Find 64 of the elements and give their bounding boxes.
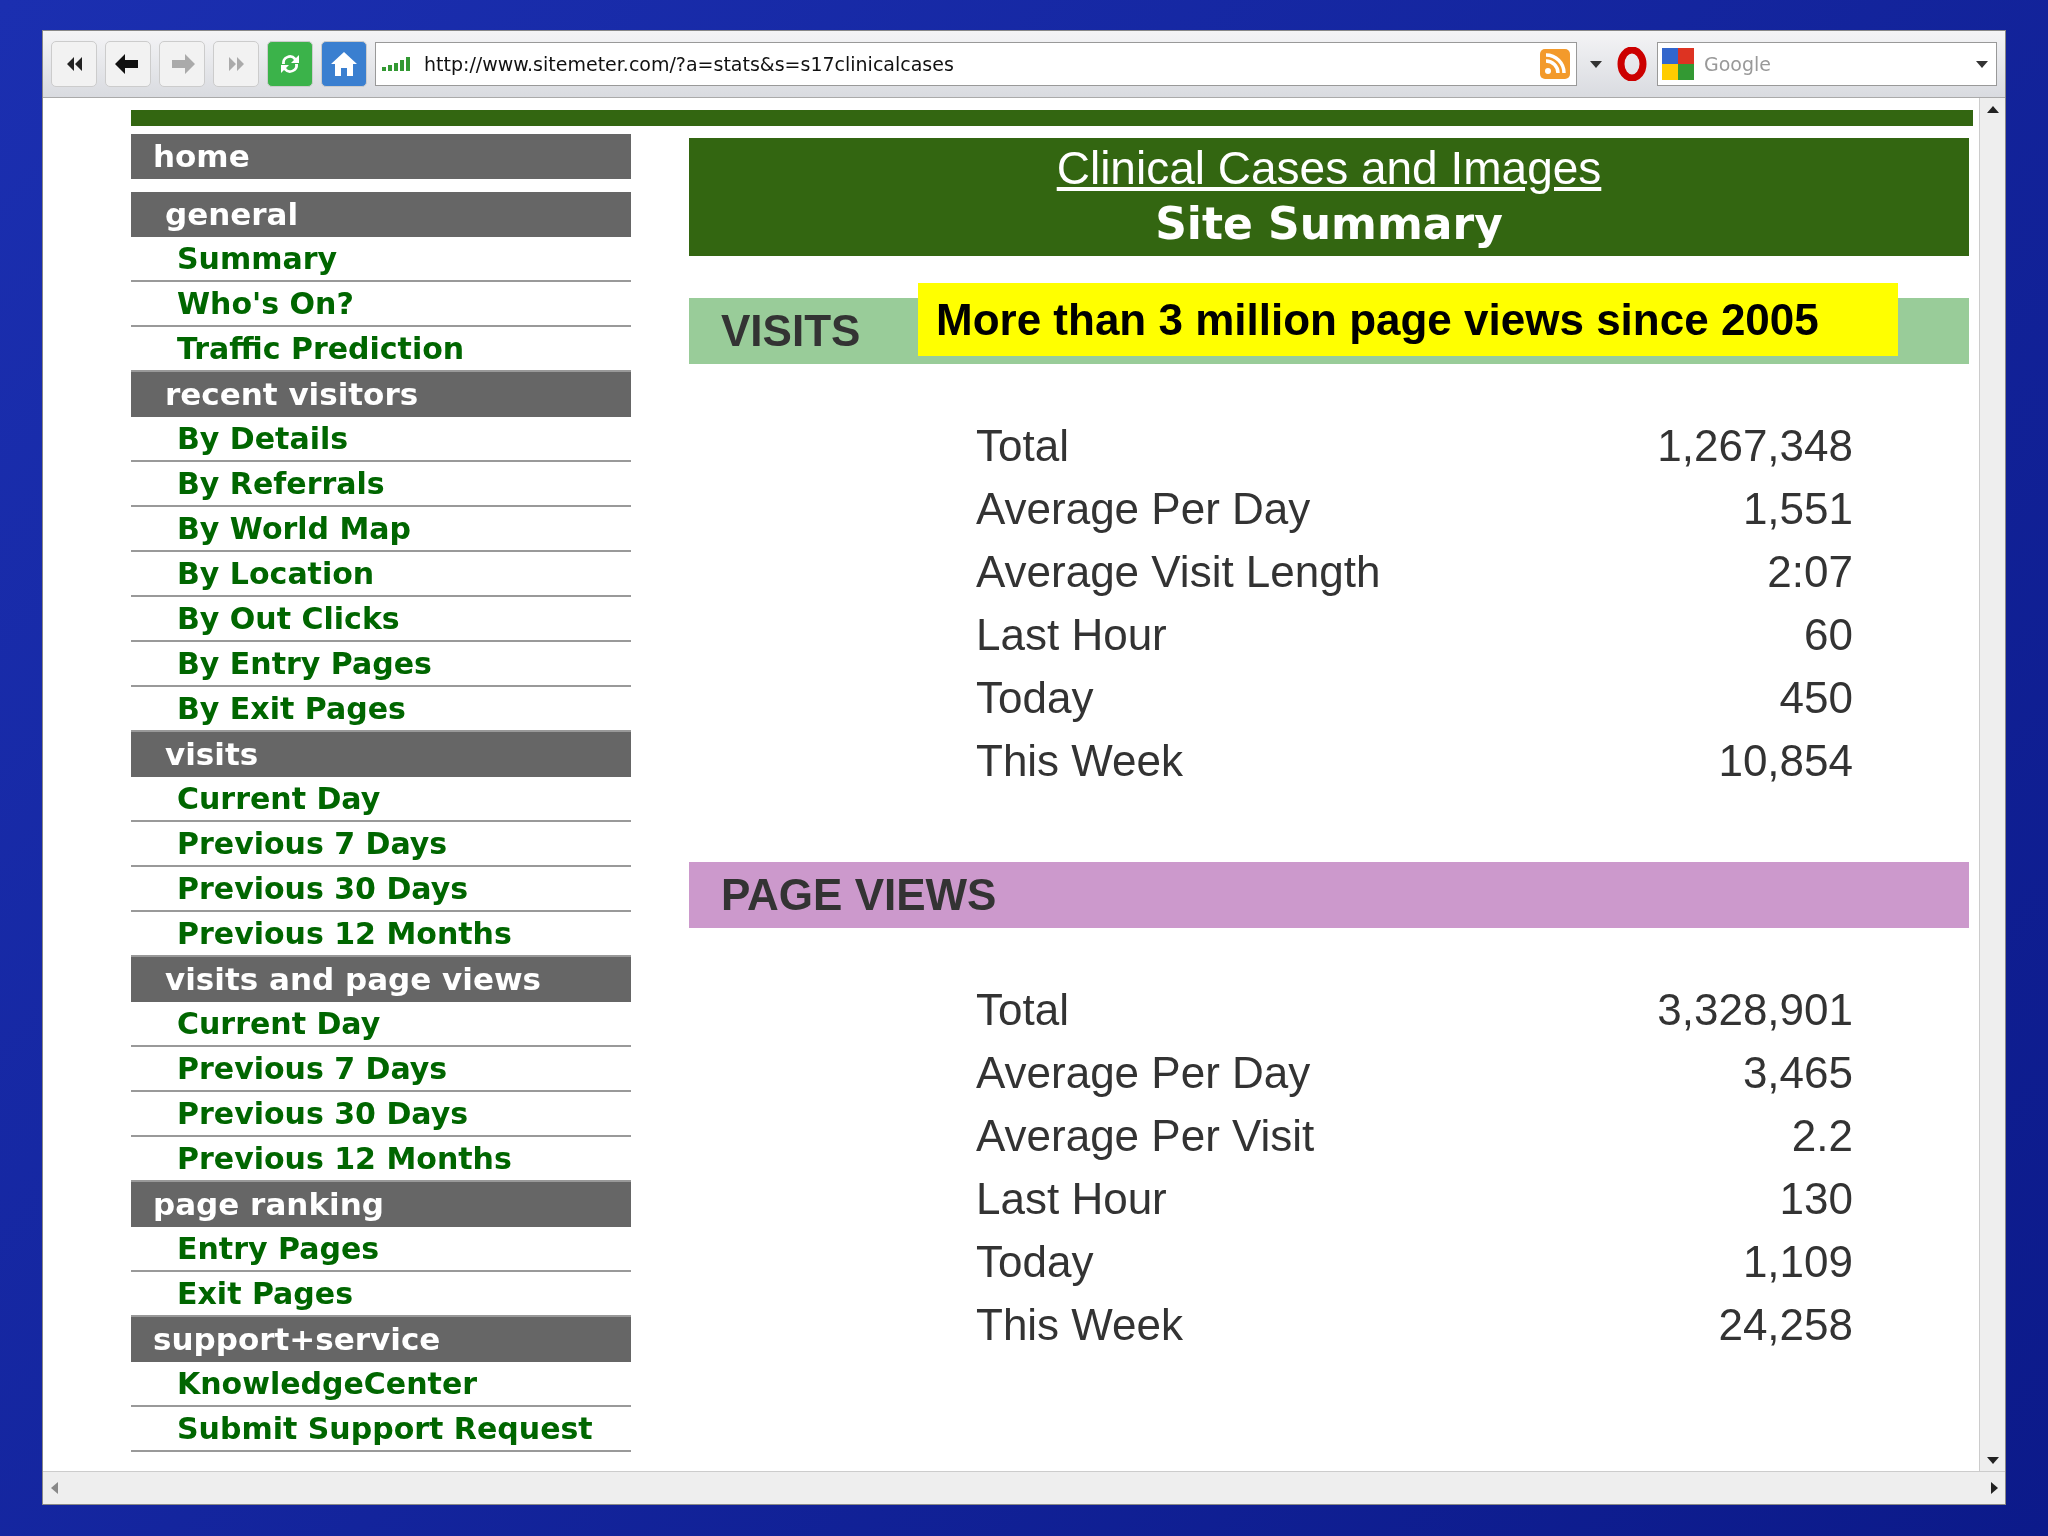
menu-link[interactable]: By Referrals bbox=[131, 462, 631, 507]
stat-value: 3,465 bbox=[1742, 1046, 1853, 1099]
stat-value: 1,551 bbox=[1742, 482, 1853, 535]
rewind-icon bbox=[65, 56, 83, 72]
stat-label: Average Per Day bbox=[976, 1046, 1311, 1099]
menu-link[interactable]: Submit Support Request bbox=[131, 1407, 631, 1452]
home-button[interactable] bbox=[321, 41, 367, 87]
stat-label: Last Hour bbox=[976, 608, 1167, 661]
stat-value: 2.2 bbox=[1791, 1109, 1853, 1162]
menu-link[interactable]: Who's On? bbox=[131, 282, 631, 327]
section-heading: VISITS bbox=[721, 305, 861, 357]
menu-heading: visits and page views bbox=[131, 957, 631, 1002]
stat-value: 10,854 bbox=[1718, 734, 1853, 787]
stat-value: 450 bbox=[1779, 671, 1853, 724]
stat-value: 3,328,901 bbox=[1657, 983, 1853, 1036]
menu-link[interactable]: By Entry Pages bbox=[131, 642, 631, 687]
menu-link[interactable]: By World Map bbox=[131, 507, 631, 552]
stat-label: Average Visit Length bbox=[976, 545, 1381, 598]
reload-button[interactable] bbox=[267, 41, 313, 87]
vertical-scrollbar[interactable] bbox=[1979, 98, 2005, 1471]
stat-label: Average Per Visit bbox=[976, 1109, 1315, 1162]
stat-label: Total bbox=[976, 419, 1069, 472]
back-arrow-button[interactable] bbox=[105, 41, 151, 87]
fast-forward-icon bbox=[227, 56, 245, 72]
menu-heading: general bbox=[131, 192, 631, 237]
menu-link[interactable]: Previous 7 Days bbox=[131, 1047, 631, 1092]
subtitle: Site Summary bbox=[1155, 197, 1503, 251]
menu-heading: recent visitors bbox=[131, 372, 631, 417]
section-heading: PAGE VIEWS bbox=[721, 869, 997, 921]
rewind-button[interactable] bbox=[51, 41, 97, 87]
menu-heading: page ranking bbox=[131, 1182, 631, 1227]
stat-label: Last Hour bbox=[976, 1172, 1167, 1225]
stat-value: 1,109 bbox=[1742, 1235, 1853, 1288]
stat-value: 24,258 bbox=[1718, 1298, 1853, 1351]
stat-label: This Week bbox=[976, 1298, 1184, 1351]
menu-link[interactable]: Entry Pages bbox=[131, 1227, 631, 1272]
stat-value: 1,267,348 bbox=[1657, 419, 1853, 472]
menu-link[interactable]: Previous 30 Days bbox=[131, 1092, 631, 1137]
stat-value: 2:07 bbox=[1767, 545, 1853, 598]
menu-link[interactable]: Previous 7 Days bbox=[131, 822, 631, 867]
menu-heading: visits bbox=[131, 732, 631, 777]
menu-link[interactable]: Current Day bbox=[131, 1002, 631, 1047]
highlight-banner: More than 3 million page views since 2005 bbox=[918, 283, 1898, 356]
stat-label: Total bbox=[976, 983, 1069, 1036]
address-bar[interactable]: http://www.sitemeter.com/?a=stats&s=s17clinicalcases bbox=[375, 42, 1577, 86]
stat-value: 60 bbox=[1804, 608, 1853, 661]
menu-link[interactable]: Previous 30 Days bbox=[131, 867, 631, 912]
signal-icon bbox=[382, 57, 412, 71]
title-link[interactable]: Clinical Cases and Images bbox=[1056, 140, 1602, 196]
horizontal-scrollbar[interactable] bbox=[43, 1471, 2005, 1504]
search-box[interactable]: Google bbox=[1657, 42, 1997, 86]
menu-link[interactable]: KnowledgeCenter bbox=[131, 1362, 631, 1407]
menu-heading: home bbox=[131, 134, 631, 179]
menu-link[interactable]: Current Day bbox=[131, 777, 631, 822]
menu-link[interactable]: By Details bbox=[131, 417, 631, 462]
stat-label: This Week bbox=[976, 734, 1184, 787]
menu-link[interactable]: Summary bbox=[131, 237, 631, 282]
stat-label: Today bbox=[976, 1235, 1094, 1288]
stat-value: 130 bbox=[1779, 1172, 1853, 1225]
stat-label: Today bbox=[976, 671, 1094, 724]
menu-link[interactable]: By Location bbox=[131, 552, 631, 597]
menu-heading: support+service bbox=[131, 1317, 631, 1362]
menu-link[interactable]: By Out Clicks bbox=[131, 597, 631, 642]
stat-label: Average Per Day bbox=[976, 482, 1311, 535]
